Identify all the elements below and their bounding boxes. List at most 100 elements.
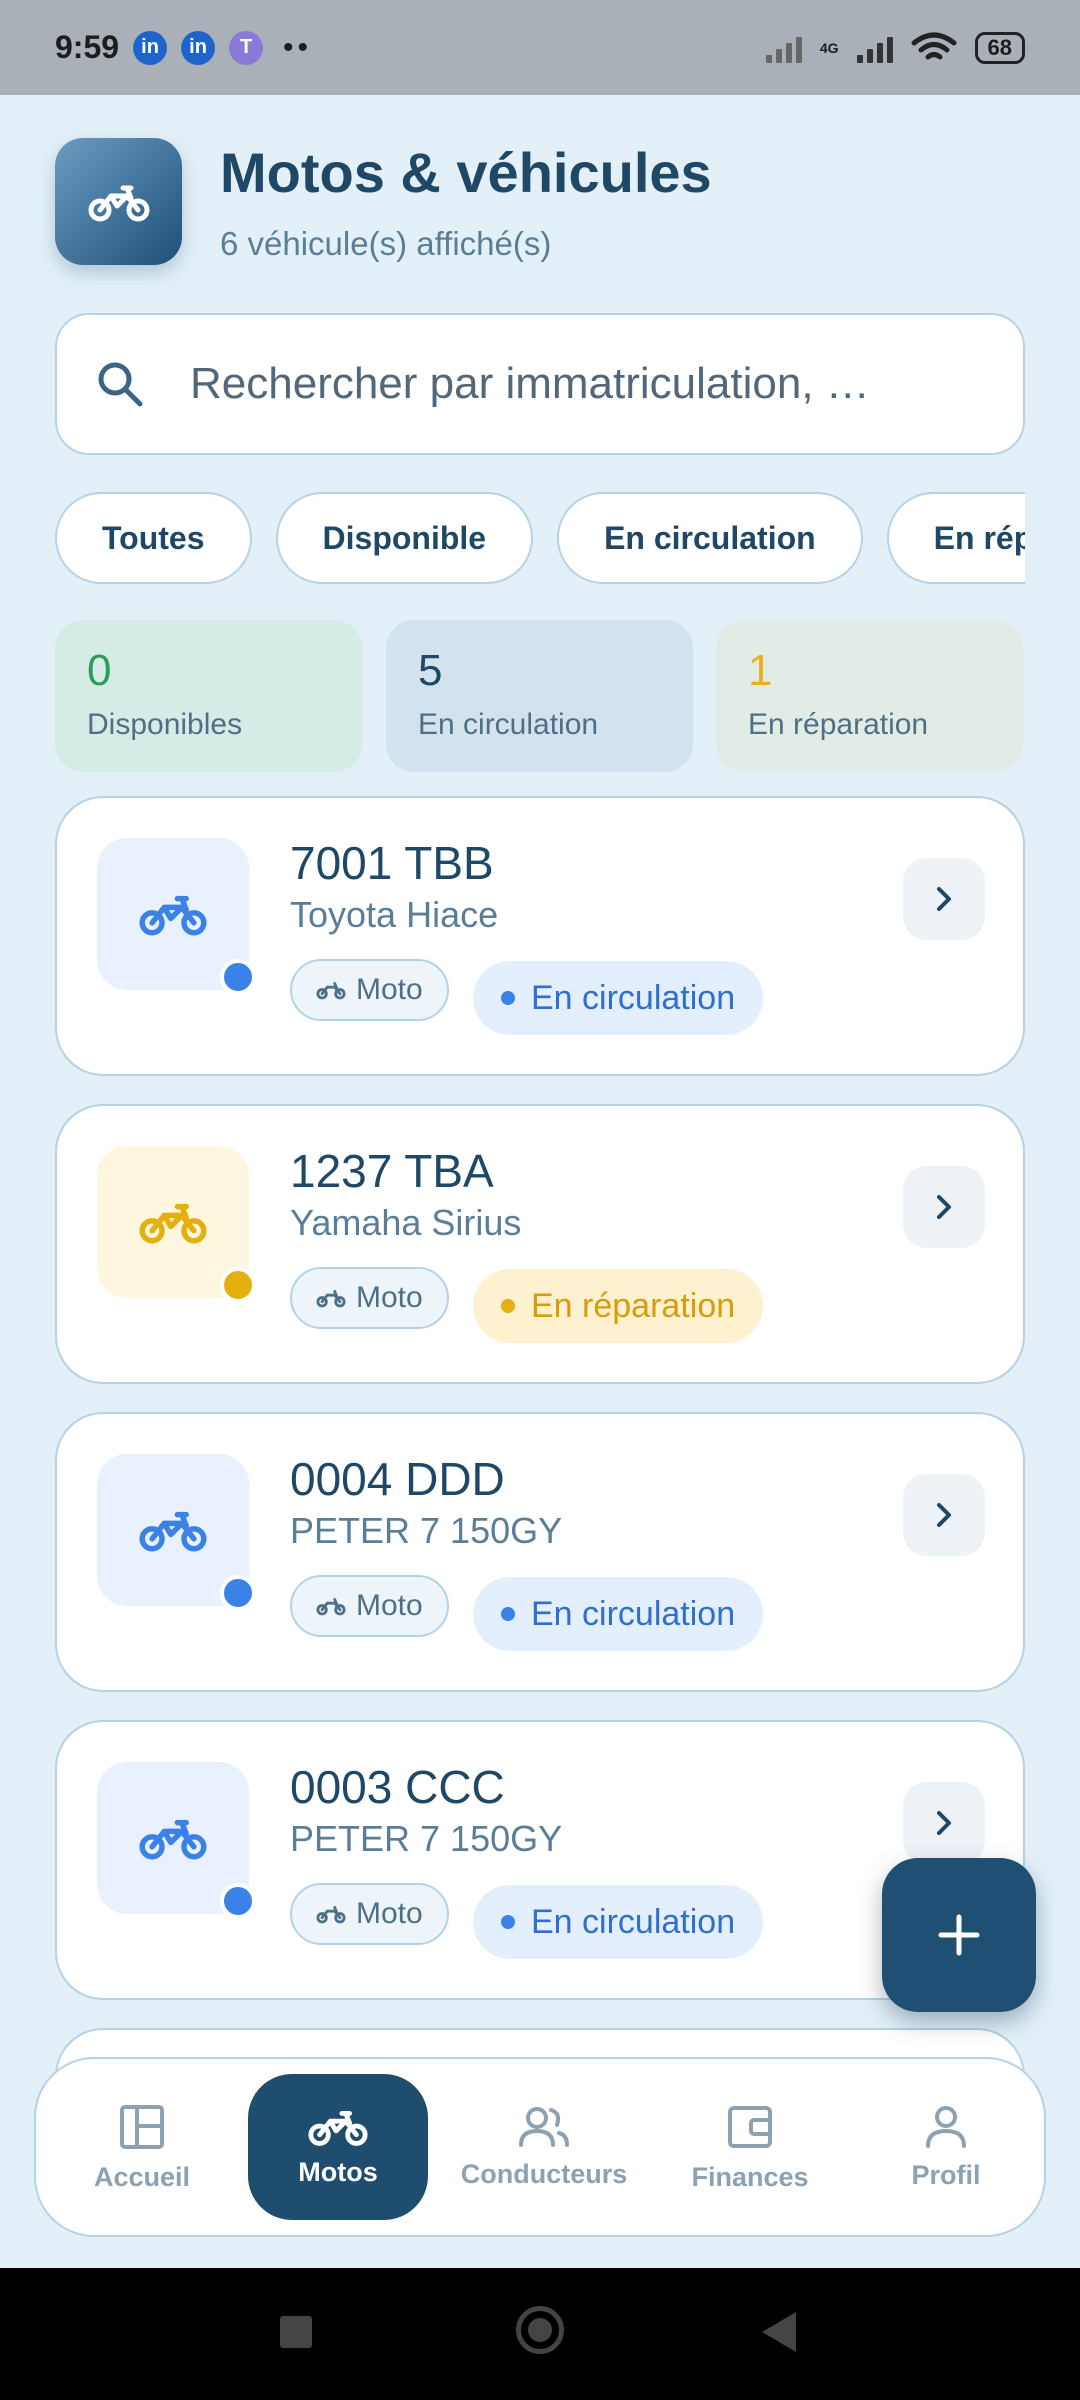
status-badge: En circulation	[473, 961, 764, 1035]
filter-chip-all[interactable]: Toutes	[55, 492, 252, 584]
search-bar[interactable]	[55, 313, 1025, 455]
chevron-right-icon	[937, 1503, 951, 1527]
status-badge: En circulation	[473, 1885, 764, 1959]
users-icon	[519, 2106, 569, 2147]
stat-value: 1	[748, 646, 773, 695]
motorcycle-icon	[139, 1819, 207, 1860]
status-time: 9:59	[55, 29, 120, 65]
status-dot	[501, 1915, 515, 1929]
plus-icon	[938, 1914, 980, 1956]
nav-label: Profil	[911, 2159, 981, 2190]
type-label: Moto	[356, 1589, 423, 1622]
vehicle-card[interactable]: 1237 TBA Yamaha Sirius Moto En réparatio…	[55, 1104, 1025, 1384]
vehicle-card[interactable]: 0004 DDD PETER 7 150GY Moto En circulati…	[55, 1412, 1025, 1692]
page-title: Motos & véhicules	[220, 141, 712, 204]
nav-item-finances[interactable]: Finances	[660, 2074, 840, 2220]
app-logo	[55, 138, 182, 265]
home-button[interactable]	[516, 2306, 564, 2354]
nav-item-conducteurs[interactable]: Conducteurs	[444, 2074, 644, 2220]
nav-item-accueil[interactable]: Accueil	[52, 2074, 232, 2220]
status-bar: 9:59 in in T •• 4G 68	[0, 0, 1080, 95]
status-dot	[501, 991, 515, 1005]
wallet-icon	[728, 2105, 772, 2148]
type-badge: Moto	[290, 1267, 449, 1329]
wifi-icon	[911, 32, 957, 59]
motorcycle-icon	[316, 1906, 346, 1924]
linkedin-icon: in	[133, 30, 168, 65]
stat-card-available: 0 Disponibles	[55, 620, 362, 772]
battery-level: 68	[987, 34, 1012, 60]
motorcycle-icon	[139, 1203, 207, 1244]
vehicle-plate: 7001 TBB	[290, 837, 494, 889]
stat-label: En réparation	[748, 708, 929, 741]
vehicle-model: Toyota Hiace	[290, 894, 499, 935]
type-label: Moto	[356, 973, 423, 1006]
nav-item-profil[interactable]: Profil	[856, 2074, 1036, 2220]
open-details-button[interactable]	[903, 1782, 985, 1864]
stat-value: 0	[87, 646, 112, 695]
nav-label: Finances	[691, 2161, 809, 2192]
status-badge: En circulation	[473, 1577, 764, 1651]
dashboard-icon	[120, 2104, 164, 2149]
status-dot	[220, 1267, 256, 1303]
vehicle-plate: 0003 CCC	[290, 1761, 505, 1813]
filter-chip-in-circulation[interactable]: En circulation	[557, 492, 863, 584]
filter-chip-in-repair[interactable]: En rép	[886, 492, 1025, 584]
open-details-button[interactable]	[903, 1474, 985, 1556]
user-icon	[926, 2105, 966, 2148]
teams-icon: T	[229, 30, 264, 65]
status-dot	[501, 1299, 515, 1313]
bottom-navigation: Accueil Motos Conducteurs Finances Profi…	[34, 2057, 1046, 2237]
status-badge: En réparation	[473, 1269, 764, 1343]
stat-label: En circulation	[418, 708, 599, 741]
linkedin-icon: in	[181, 30, 216, 65]
stat-label: Disponibles	[87, 708, 243, 741]
vehicle-plate: 0004 DDD	[290, 1453, 505, 1505]
motorcycle-icon	[139, 1511, 207, 1552]
motorcycle-icon	[316, 982, 346, 1000]
stat-value: 5	[418, 646, 443, 695]
type-badge: Moto	[290, 1575, 449, 1637]
type-badge: Moto	[290, 1883, 449, 1945]
chevron-right-icon	[937, 1195, 951, 1219]
motorcycle-icon	[316, 1290, 346, 1308]
vehicle-model: PETER 7 150GY	[290, 1510, 563, 1551]
stat-card-in-circulation: 5 En circulation	[386, 620, 693, 772]
open-details-button[interactable]	[903, 858, 985, 940]
open-details-button[interactable]	[903, 1166, 985, 1248]
recent-apps-button[interactable]	[280, 2316, 312, 2348]
signal-icon	[765, 33, 802, 63]
motorcycle-icon	[88, 185, 149, 221]
type-badge: Moto	[290, 959, 449, 1021]
vehicle-count: 6 véhicule(s) affiché(s)	[220, 225, 552, 262]
vehicle-card[interactable]: 7001 TBB Toyota Hiace Moto En circulatio…	[55, 796, 1025, 1076]
search-icon	[98, 362, 143, 407]
motorcycle-icon	[316, 1598, 346, 1616]
nav-label: Accueil	[93, 2161, 191, 2192]
more-notifications-icon: ••	[283, 30, 313, 64]
back-button[interactable]	[762, 2312, 796, 2352]
status-label: En circulation	[531, 1902, 736, 1941]
motorcycle-icon	[308, 2110, 368, 2146]
type-label: Moto	[356, 1281, 423, 1314]
status-dot	[220, 959, 256, 995]
network-type: 4G	[819, 39, 839, 56]
status-label: En réparation	[531, 1286, 736, 1325]
type-label: Moto	[356, 1897, 423, 1930]
chevron-right-icon	[937, 887, 951, 911]
status-label: En circulation	[531, 1594, 736, 1633]
vehicle-card[interactable]: 0003 CCC PETER 7 150GY Moto En circulati…	[55, 1720, 1025, 2000]
nav-item-motos[interactable]: Motos	[248, 2074, 428, 2220]
system-navigation-bar	[0, 2268, 1080, 2400]
status-dot	[501, 1607, 515, 1621]
vehicle-plate: 1237 TBA	[290, 1145, 494, 1197]
vehicle-model: PETER 7 150GY	[290, 1818, 563, 1859]
status-dot	[220, 1883, 256, 1919]
nav-label: Motos	[298, 2156, 378, 2187]
vehicle-model: Yamaha Sirius	[290, 1202, 522, 1243]
add-vehicle-button[interactable]	[882, 1858, 1036, 2012]
stat-card-in-repair: 1 En réparation	[716, 620, 1023, 772]
filter-chips: Toutes Disponible En circulation En rép	[55, 492, 1025, 586]
search-input[interactable]	[190, 359, 950, 409]
filter-chip-available[interactable]: Disponible	[275, 492, 534, 584]
